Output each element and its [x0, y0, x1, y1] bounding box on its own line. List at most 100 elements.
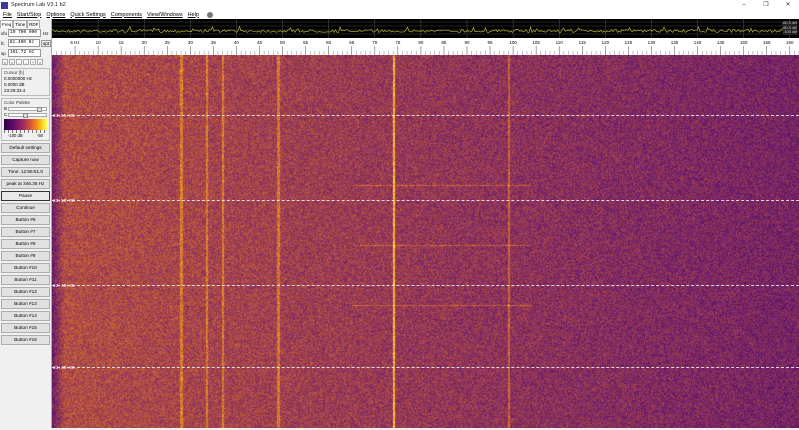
vfo-label: vfo: [1, 30, 8, 36]
axis-tick-label: 55: [303, 40, 309, 45]
title-bar: Spectrum Lab V3.1 b2 – ❐ ✕: [0, 0, 799, 10]
button-time-12-55-51-0[interactable]: Time: 12:55:51.0: [1, 167, 50, 177]
button-continue[interactable]: Continue: [1, 203, 50, 213]
menu-start-stop[interactable]: Start/Stop: [17, 12, 41, 18]
menu-quick-settings[interactable]: Quick Settings: [70, 12, 105, 18]
axis-tick-label: 115: [579, 40, 587, 45]
time-marker-label: 23:55:01: [53, 114, 75, 119]
button-button-7[interactable]: Button #7: [1, 227, 50, 237]
palette-max-label: -50: [36, 133, 43, 138]
axis-tick-label: 35: [211, 40, 217, 45]
axis-tick-label: 70: [372, 40, 378, 45]
axis-tick-label: 140: [694, 40, 702, 45]
tab-time[interactable]: Time: [13, 20, 28, 28]
axis-tick-label: 20: [142, 40, 148, 45]
axis-tick-label: 15: [119, 40, 125, 45]
scroll-right-button[interactable]: >: [37, 59, 43, 65]
menu-options[interactable]: Options: [46, 12, 65, 18]
palette-min-label: -100 dB: [8, 133, 23, 138]
axis-tick-label: 95: [488, 40, 494, 45]
axis-tick-label: 75: [395, 40, 401, 45]
button-button-9[interactable]: Button #9: [1, 251, 50, 261]
axis-tick-label: 125: [625, 40, 633, 45]
opt-button[interactable]: opt: [40, 39, 51, 47]
color-palette-bar: [4, 119, 47, 130]
button-button-12[interactable]: Button #12: [1, 287, 50, 297]
tab-rdf[interactable]: RDF: [27, 20, 41, 28]
axis-tick-label: 45: [257, 40, 263, 45]
contrast-slider[interactable]: [8, 113, 47, 118]
button-button-8[interactable]: Button #8: [1, 239, 50, 249]
time-marker-label: 23:50:08: [53, 199, 75, 204]
menu-view-windows[interactable]: View/Windows: [147, 12, 183, 18]
axis-tick-label: 50: [280, 40, 286, 45]
button-button-11[interactable]: Button #11: [1, 275, 50, 285]
axis-tick-label: 25: [165, 40, 171, 45]
vfo-input[interactable]: 10 700 000: [8, 29, 41, 37]
axis-tick-label: 105: [532, 40, 540, 45]
vfo-unit: Hz: [43, 30, 49, 36]
button-default-settings[interactable]: Default settings: [1, 143, 50, 153]
axis-tick-label: 160: [786, 40, 794, 45]
minimize-button[interactable]: –: [733, 0, 755, 10]
sp-label: sp: [1, 50, 6, 56]
cursor-group: Cursor [h] 0.0000000 Hz 0.0000 dB 23:29:…: [1, 68, 50, 96]
contrast-label: C: [4, 112, 8, 117]
time-marker-label: 23:45:08: [53, 284, 75, 289]
button-button-16[interactable]: Button #16: [1, 335, 50, 345]
axis-tick-label: 90: [464, 40, 470, 45]
spectrum-graph[interactable]: -60.0 dB -80.0 dB -100 dB: [51, 19, 799, 38]
fc-input[interactable]: 81.400 Hz: [7, 39, 40, 47]
axis-tick-label: 135: [671, 40, 679, 45]
tab-freq[interactable]: Freq: [0, 20, 14, 28]
zoom-minus-button[interactable]: -: [23, 59, 29, 65]
axis-tick-label: 40: [234, 40, 240, 45]
frequency-axis[interactable]: 5 Hz 10 15 20 25 30 35 40 45 50 55 60 65 70 75 80 85 90 95…: [52, 38, 799, 55]
spectrum-trace: [51, 25, 798, 34]
button-button-14[interactable]: Button #14: [1, 311, 50, 321]
button-button-15[interactable]: Button #15: [1, 323, 50, 333]
menu-file[interactable]: File: [3, 12, 12, 18]
app-icon: [1, 1, 8, 9]
axis-tick-label: 80: [418, 40, 424, 45]
cursor-time: 23:29:33.4: [4, 88, 26, 93]
axis-tick-label: 120: [602, 40, 610, 45]
zoom-out-button[interactable]: -: [16, 59, 22, 65]
button-button-13[interactable]: Button #13: [1, 299, 50, 309]
axis-tick-label: 145: [717, 40, 725, 45]
time-marker-line: [52, 200, 799, 201]
db-label: -100 dB: [782, 29, 797, 35]
brightness-slider[interactable]: [8, 107, 47, 112]
axis-tick-label: 110: [556, 40, 564, 45]
waterfall-canvas[interactable]: [52, 55, 799, 428]
window-title: Spectrum Lab V3.1 b2: [11, 2, 66, 8]
time-marker-label: 23:40:08: [53, 366, 75, 371]
control-panel: Freq Time RDF vfo 10 700 000 Hz fc 81.400 H…: [0, 19, 52, 428]
button-button-10[interactable]: Button #10: [1, 263, 50, 273]
axis-tick-label: 100: [509, 40, 517, 45]
menu-components[interactable]: Components: [111, 12, 142, 18]
axis-tick-label: 65: [349, 40, 355, 45]
button-pause[interactable]: Pause: [1, 191, 50, 201]
button-capture-now[interactable]: Capture now: [1, 155, 50, 165]
fc-label: fc: [1, 40, 5, 46]
time-marker-line: [52, 367, 799, 368]
time-marker-line: [52, 285, 799, 286]
button-peak-at-346-36-hz[interactable]: peak at 346.36 Hz: [1, 179, 50, 189]
axis-tick-label: 155: [763, 40, 771, 45]
menu-help[interactable]: Help: [188, 12, 199, 18]
close-button[interactable]: ✕: [777, 0, 799, 10]
waterfall-display[interactable]: 23:55:01 23:50:08 23:45:08 23:40:08: [52, 55, 799, 428]
span-input[interactable]: 161.72 Hz: [8, 49, 41, 57]
menu-bar: File Start/Stop Options Quick Settings C…: [0, 10, 799, 19]
record-indicator-icon[interactable]: [206, 11, 213, 18]
time-marker-line: [52, 115, 799, 116]
axis-tick-label: 130: [648, 40, 656, 45]
zoom-in-button[interactable]: *: [30, 59, 36, 65]
restore-button[interactable]: ❐: [755, 0, 777, 10]
scroll-left-button[interactable]: <: [9, 59, 15, 65]
button-button-6[interactable]: Button #6: [1, 215, 50, 225]
axis-tick-label: 30: [188, 40, 194, 45]
scroll-left-fast-button[interactable]: <: [2, 59, 8, 65]
axis-tick-label: 85: [441, 40, 447, 45]
